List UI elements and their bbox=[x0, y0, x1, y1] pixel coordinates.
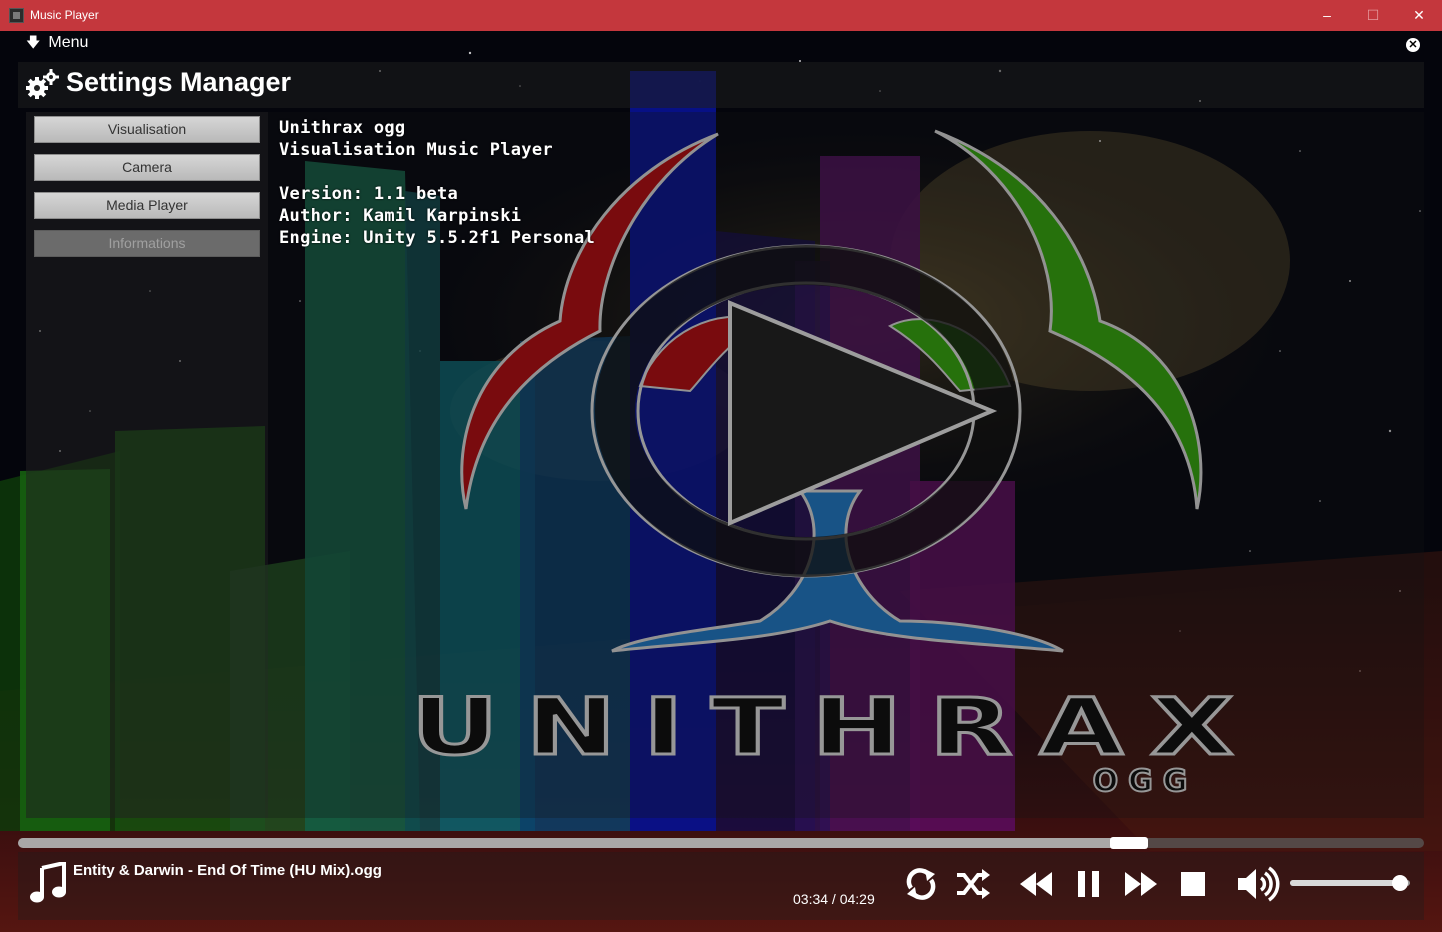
close-settings-button[interactable]: ✕ bbox=[1406, 38, 1420, 52]
volume-level bbox=[1290, 880, 1400, 886]
seek-thumb[interactable] bbox=[1110, 837, 1148, 849]
info-engine: Engine: Unity 5.5.2f1 Personal bbox=[279, 228, 596, 248]
repeat-button[interactable] bbox=[903, 866, 939, 902]
stop-button[interactable] bbox=[1175, 866, 1211, 902]
info-app-name: Unithrax ogg bbox=[279, 118, 406, 138]
menu-label: Menu bbox=[48, 34, 89, 51]
gears-icon bbox=[26, 69, 59, 99]
info-version: Version: 1.1 beta bbox=[279, 184, 459, 204]
music-player-window: Music Player – ☐ ✕ UNITHRAX OGG 🡇 Menu ✕… bbox=[0, 0, 1442, 932]
media-player-button[interactable]: Media Player bbox=[34, 192, 260, 219]
fast-forward-button[interactable] bbox=[1123, 866, 1159, 902]
volume-icon bbox=[1238, 866, 1280, 902]
time-display: 03:34 / 04:29 bbox=[793, 891, 875, 907]
track-name: Entity & Darwin - End Of Time (HU Mix).o… bbox=[73, 862, 382, 879]
volume-thumb[interactable] bbox=[1392, 875, 1408, 891]
seek-bar[interactable] bbox=[18, 837, 1424, 849]
repeat-icon bbox=[906, 868, 936, 900]
music-note-icon bbox=[30, 862, 66, 903]
title-bar: Music Player – ☐ ✕ bbox=[0, 0, 1442, 31]
app-icon bbox=[9, 8, 24, 23]
window-title: Music Player bbox=[30, 8, 99, 22]
shuffle-icon bbox=[957, 869, 990, 899]
volume-button[interactable] bbox=[1236, 866, 1280, 902]
informations-button[interactable]: Informations bbox=[34, 230, 260, 257]
close-window-button[interactable]: ✕ bbox=[1396, 0, 1442, 31]
maximize-button[interactable]: ☐ bbox=[1350, 0, 1396, 31]
info-subtitle: Visualisation Music Player bbox=[279, 140, 553, 160]
arrow-down-icon: 🡇 bbox=[26, 34, 41, 50]
visualisation-button[interactable]: Visualisation bbox=[34, 116, 260, 143]
menu-toggle[interactable]: 🡇 Menu bbox=[26, 32, 88, 56]
pause-button[interactable] bbox=[1071, 866, 1107, 902]
info-author: Author: Kamil Karpinski bbox=[279, 206, 522, 226]
fast-forward-icon bbox=[1125, 872, 1157, 896]
shuffle-button[interactable] bbox=[955, 866, 991, 902]
camera-button[interactable]: Camera bbox=[34, 154, 260, 181]
minimize-button[interactable]: – bbox=[1304, 0, 1350, 31]
settings-title: Settings Manager bbox=[66, 67, 292, 97]
pause-icon bbox=[1078, 871, 1099, 897]
seek-progress bbox=[18, 838, 1129, 848]
stop-icon bbox=[1181, 872, 1205, 896]
rewind-button[interactable] bbox=[1018, 866, 1054, 902]
rewind-icon bbox=[1020, 872, 1052, 896]
